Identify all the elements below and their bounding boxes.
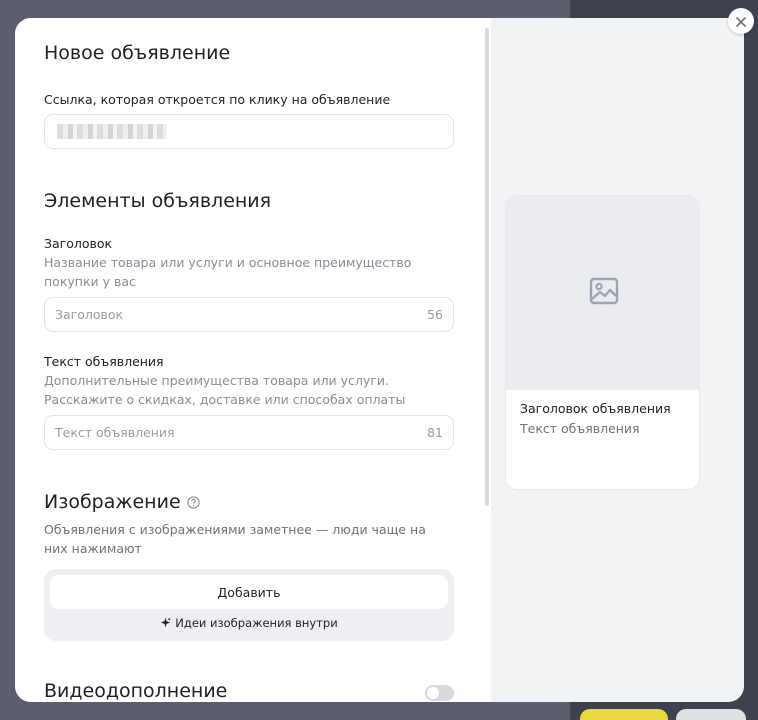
body-text-field[interactable]: 81 [44, 415, 454, 450]
link-field[interactable] [44, 114, 454, 149]
preview-title: Заголовок объявления [520, 401, 671, 416]
add-image-button[interactable]: Добавить [50, 575, 448, 609]
preview-image-placeholder [506, 196, 699, 390]
question-circle-icon[interactable] [187, 492, 200, 514]
body-text-label: Текст объявления [44, 354, 164, 369]
headline-input[interactable] [55, 298, 415, 331]
video-toggle[interactable] [425, 685, 454, 701]
image-heading-text: Изображение [44, 491, 181, 513]
video-toggle-knob [427, 687, 439, 699]
link-label: Ссылка, которая откроется по клику на об… [44, 92, 391, 107]
elements-heading: Элементы объявления [44, 190, 272, 212]
headline-counter: 56 [427, 307, 443, 322]
image-heading: Изображение [44, 491, 200, 514]
ad-preview-card: Заголовок объявления Текст объявления [505, 195, 700, 490]
close-icon [736, 12, 746, 31]
image-ideas-link[interactable]: Идеи изображения внутри [44, 616, 454, 631]
preview-text: Текст объявления [520, 421, 640, 436]
headline-hint: Название товара или услуги и основное пр… [44, 255, 412, 289]
image-ideas-label: Идеи изображения внутри [175, 616, 338, 630]
close-button[interactable] [728, 8, 754, 34]
background-primary-button [580, 709, 668, 720]
sparkle-icon [160, 616, 172, 631]
scrollbar-thumb[interactable] [485, 28, 489, 506]
image-hint: Объявления с изображениями заметнее — лю… [44, 522, 426, 556]
body-text-counter: 81 [427, 425, 443, 440]
modal-title: Новое объявление [44, 42, 231, 64]
image-upload-box: Добавить Идеи изображения внутри [44, 569, 454, 641]
body-text-hint: Дополнительные преимущества товара или у… [44, 373, 406, 407]
image-icon [588, 275, 620, 311]
body-text-input[interactable] [55, 416, 415, 449]
headline-field[interactable]: 56 [44, 297, 454, 332]
background-secondary-button [676, 709, 746, 720]
headline-label: Заголовок [44, 236, 113, 251]
link-input[interactable] [55, 115, 415, 148]
video-heading: Видеодополнение [44, 680, 228, 702]
ad-form-panel: Новое объявление Ссылка, которая откроет… [15, 18, 491, 702]
